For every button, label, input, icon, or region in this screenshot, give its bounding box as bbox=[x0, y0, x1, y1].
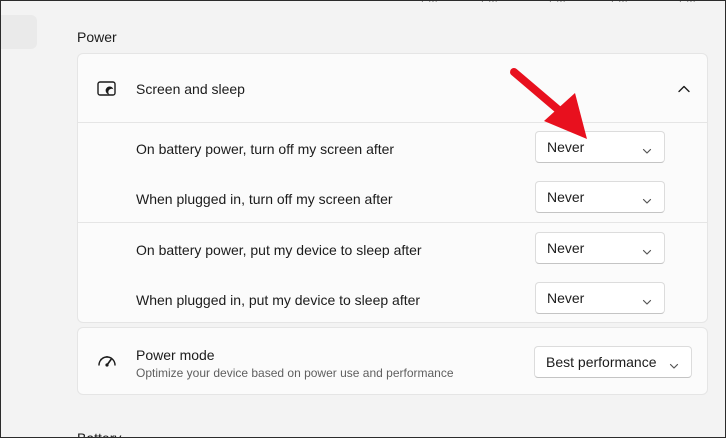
chevron-down-icon bbox=[669, 358, 679, 369]
setting-row-label: When plugged in, put my device to sleep … bbox=[136, 292, 421, 308]
screen-and-sleep-title: Screen and sleep bbox=[136, 81, 245, 97]
screen-sleep-icon bbox=[96, 78, 118, 100]
chart-tick-label: PM bbox=[481, 1, 498, 5]
setting-row-label: On battery power, turn off my screen aft… bbox=[136, 141, 395, 157]
gauge-icon bbox=[96, 350, 118, 372]
dropdown-value: Best performance bbox=[546, 354, 657, 370]
power-mode-card: Power mode Optimize your device based on… bbox=[77, 327, 708, 395]
settings-window: PM PM PM PM PM Power Screen and sleep On… bbox=[0, 0, 726, 438]
screen-and-sleep-header[interactable]: Screen and sleep bbox=[78, 54, 707, 122]
dropdown-value: Never bbox=[547, 189, 585, 205]
card-divider bbox=[78, 122, 707, 123]
setting-row-label: On battery power, put my device to sleep… bbox=[136, 242, 422, 258]
chevron-down-icon bbox=[642, 193, 652, 204]
power-mode-dropdown[interactable]: Best performance bbox=[534, 346, 692, 378]
setting-row-label: When plugged in, turn off my screen afte… bbox=[136, 191, 393, 207]
dropdown-value: Never bbox=[547, 290, 585, 306]
battery-section-title: Battery bbox=[77, 430, 122, 438]
dropdown-value: Never bbox=[547, 240, 585, 256]
battery-sleep-timeout-dropdown[interactable]: Never bbox=[535, 232, 665, 264]
chevron-up-icon[interactable] bbox=[677, 82, 691, 96]
chart-tick-label: PM bbox=[549, 1, 566, 5]
power-section-title: Power bbox=[77, 29, 117, 45]
power-mode-title: Power mode bbox=[136, 347, 215, 363]
plugged-screen-timeout-dropdown[interactable]: Never bbox=[535, 181, 665, 213]
dropdown-value: Never bbox=[547, 139, 585, 155]
plugged-sleep-timeout-dropdown[interactable]: Never bbox=[535, 282, 665, 314]
battery-screen-timeout-dropdown[interactable]: Never bbox=[535, 131, 665, 163]
chevron-down-icon bbox=[642, 294, 652, 305]
power-mode-subtitle: Optimize your device based on power use … bbox=[136, 366, 454, 380]
chart-tick-label: PM bbox=[421, 1, 438, 5]
chart-tick-label: PM bbox=[611, 1, 628, 5]
chevron-down-icon bbox=[642, 244, 652, 255]
nav-item-selected[interactable] bbox=[1, 15, 37, 49]
card-divider bbox=[78, 222, 707, 223]
chart-tick-label: PM bbox=[679, 1, 696, 5]
screen-and-sleep-card: Screen and sleep On battery power, turn … bbox=[77, 53, 708, 323]
chevron-down-icon bbox=[642, 143, 652, 154]
